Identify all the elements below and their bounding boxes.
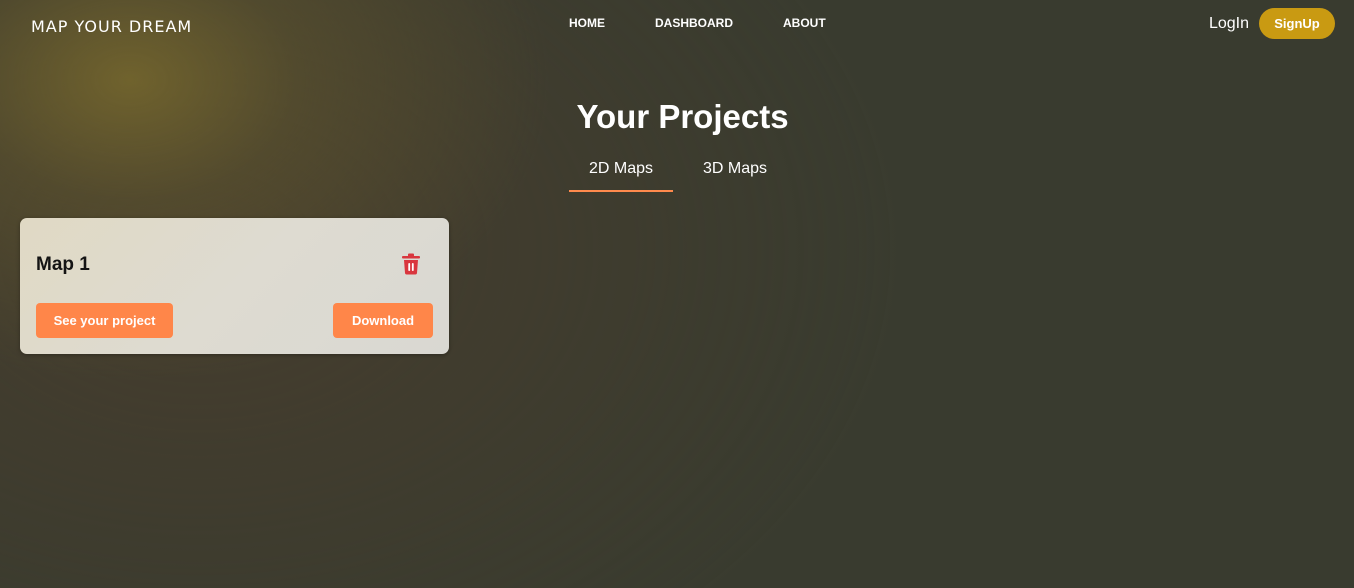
brand-logo[interactable]: MAP YOUR DREAM [31,17,192,36]
page-title: Your Projects [576,98,789,135]
see-project-button[interactable]: See your project [36,303,173,338]
main-nav: HOME DASHBOARD ABOUT [569,16,826,30]
auth-area: LogIn SignUp [1209,8,1335,39]
trash-icon[interactable] [401,253,421,275]
signup-button[interactable]: SignUp [1259,8,1335,39]
map-type-tabs: 2D Maps 3D Maps [569,160,797,192]
nav-about[interactable]: ABOUT [783,16,826,30]
nav-home[interactable]: HOME [569,16,605,30]
tab-3d-maps[interactable]: 3D Maps [673,160,797,192]
project-name: Map 1 [36,254,90,275]
download-button[interactable]: Download [333,303,433,338]
tab-2d-maps[interactable]: 2D Maps [569,160,673,192]
project-card: Map 1 See your project Download [20,218,449,354]
login-link[interactable]: LogIn [1209,15,1249,33]
nav-dashboard[interactable]: DASHBOARD [655,16,733,30]
